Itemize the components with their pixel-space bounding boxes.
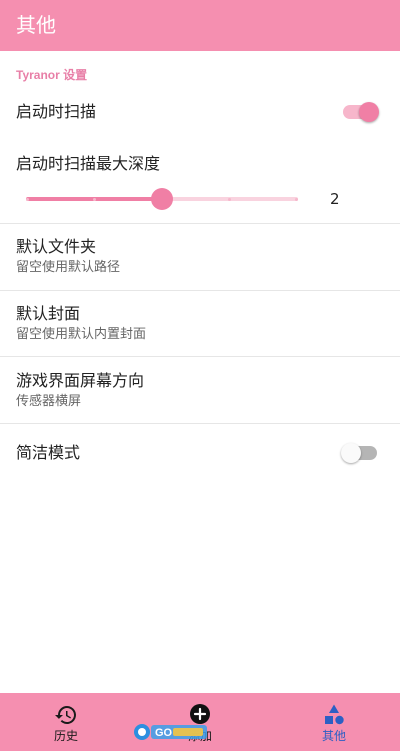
section-header: Tyranor 设置: [16, 68, 88, 82]
switch-thumb: [359, 102, 379, 122]
scan-on-start-switch[interactable]: [343, 102, 379, 122]
page-title: 其他: [16, 13, 56, 37]
slider-tick: [93, 198, 96, 201]
scan-depth-label: 启动时扫描最大深度: [16, 154, 161, 173]
slider-tick: [26, 198, 29, 201]
slider-tick: [295, 198, 298, 201]
scan-depth-slider[interactable]: [26, 188, 298, 210]
default-cover-title: 默认封面: [16, 304, 81, 323]
nav-label-other: 其他: [322, 729, 347, 743]
slider-tick: [228, 198, 231, 201]
game-orientation-subtitle: 传感器横屏: [16, 394, 82, 409]
svg-text:GO: GO: [155, 727, 173, 739]
scan-on-start-label: 启动时扫描: [16, 102, 97, 121]
default-folder-subtitle: 留空使用默认路径: [16, 260, 121, 275]
nav-label-history: 历史: [54, 729, 79, 743]
nav-item-history[interactable]: 历史: [30, 693, 102, 751]
switch-thumb: [341, 443, 361, 463]
divider: [0, 423, 400, 424]
simple-mode-label: 简洁模式: [16, 443, 81, 462]
divider: [0, 290, 400, 291]
divider: [0, 356, 400, 357]
divider: [0, 223, 400, 224]
app-bar: 其他: [0, 0, 400, 51]
simple-mode-switch[interactable]: [341, 443, 379, 463]
default-folder-title: 默认文件夹: [16, 237, 97, 256]
nav-item-other[interactable]: 其他: [298, 693, 370, 751]
slider-thumb[interactable]: [151, 188, 173, 210]
game-orientation-title: 游戏界面屏幕方向: [16, 371, 145, 390]
default-cover-subtitle: 留空使用默认内置封面: [16, 327, 147, 342]
watermark-logo: GO: [133, 722, 209, 742]
scan-depth-value: 2: [330, 190, 340, 208]
